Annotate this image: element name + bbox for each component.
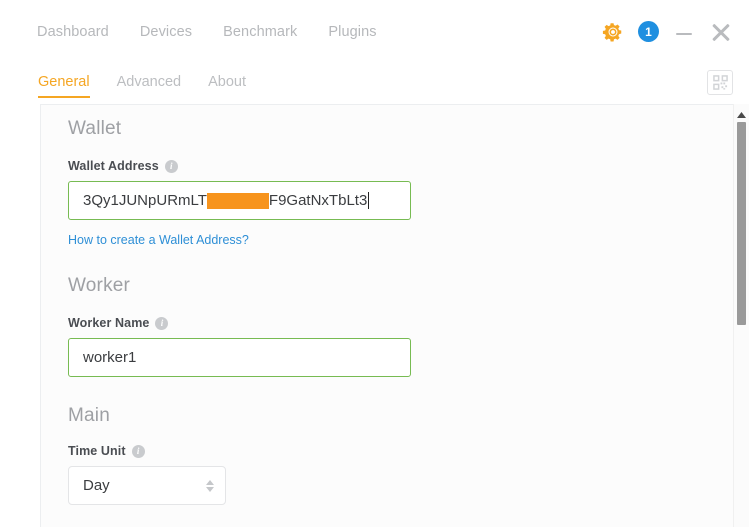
title-bar: Dashboard Devices Benchmark Plugins 1 xyxy=(0,0,749,63)
section-title-wallet: Wallet xyxy=(68,118,122,139)
section-worker: Worker Worker Name i worker1 xyxy=(41,249,706,377)
close-button[interactable] xyxy=(709,20,733,44)
vertical-scrollbar[interactable] xyxy=(733,104,749,527)
worker-name-input[interactable]: worker1 xyxy=(68,338,411,377)
worker-name-label-row: Worker Name i xyxy=(68,316,706,330)
tab-bar: General Advanced About xyxy=(0,63,749,101)
minimize-button[interactable] xyxy=(673,21,695,43)
nav-item-benchmark[interactable]: Benchmark xyxy=(223,24,297,40)
notification-badge[interactable]: 1 xyxy=(638,21,659,42)
text-caret xyxy=(368,192,370,209)
application-window: Dashboard Devices Benchmark Plugins 1 Ge… xyxy=(0,0,749,527)
scroll-up-button[interactable] xyxy=(734,109,749,121)
wallet-address-value-suffix: F9GatNxTbLt3 xyxy=(268,192,368,209)
settings-tabs: General Advanced About xyxy=(38,63,246,101)
chevron-down-icon xyxy=(206,486,214,492)
nav-item-plugins[interactable]: Plugins xyxy=(328,24,376,40)
scrollbar-thumb[interactable] xyxy=(737,122,746,325)
info-icon[interactable]: i xyxy=(131,444,145,458)
settings-form: Wallet Wallet Address i 3Qy1JUNpURmLT F9G… xyxy=(41,105,706,527)
time-unit-select[interactable]: Day xyxy=(68,466,226,505)
section-main: Main Time Unit i Day xyxy=(41,377,706,505)
time-unit-label: Time Unit xyxy=(68,444,126,458)
tab-general[interactable]: General xyxy=(38,63,90,101)
settings-content-panel: Wallet Wallet Address i 3Qy1JUNpURmLT F9G… xyxy=(40,104,749,527)
window-controls: 1 xyxy=(602,0,733,63)
time-unit-selected-value: Day xyxy=(83,477,110,494)
worker-name-value: worker1 xyxy=(83,349,137,366)
section-title-main: Main xyxy=(68,405,110,426)
section-wallet: Wallet Wallet Address i 3Qy1JUNpURmLT F9G… xyxy=(41,105,706,249)
wallet-address-value-prefix: 3Qy1JUNpURmLT xyxy=(83,192,207,209)
chevron-up-icon xyxy=(737,112,746,118)
tab-about[interactable]: About xyxy=(208,63,246,101)
nav-item-dashboard[interactable]: Dashboard xyxy=(37,24,109,40)
wallet-address-redaction xyxy=(206,192,269,209)
wallet-address-input[interactable]: 3Qy1JUNpURmLT F9GatNxTbLt3 xyxy=(68,181,411,220)
main-navigation: Dashboard Devices Benchmark Plugins xyxy=(37,24,377,40)
nav-item-devices[interactable]: Devices xyxy=(140,24,192,40)
info-icon[interactable]: i xyxy=(164,159,178,173)
time-unit-label-row: Time Unit i xyxy=(68,444,706,458)
section-title-worker: Worker xyxy=(68,275,131,296)
wallet-help-link[interactable]: How to create a Wallet Address? xyxy=(68,233,249,247)
gear-icon[interactable] xyxy=(602,21,624,43)
select-stepper-arrows-icon xyxy=(206,479,214,492)
qr-code-icon xyxy=(712,75,728,90)
qr-code-button[interactable] xyxy=(707,70,733,95)
worker-name-label: Worker Name xyxy=(68,316,150,330)
wallet-address-label: Wallet Address xyxy=(68,159,159,173)
chevron-up-icon xyxy=(206,479,214,485)
info-icon[interactable]: i xyxy=(155,316,169,330)
wallet-address-label-row: Wallet Address i xyxy=(68,159,706,173)
tab-advanced[interactable]: Advanced xyxy=(117,63,182,101)
